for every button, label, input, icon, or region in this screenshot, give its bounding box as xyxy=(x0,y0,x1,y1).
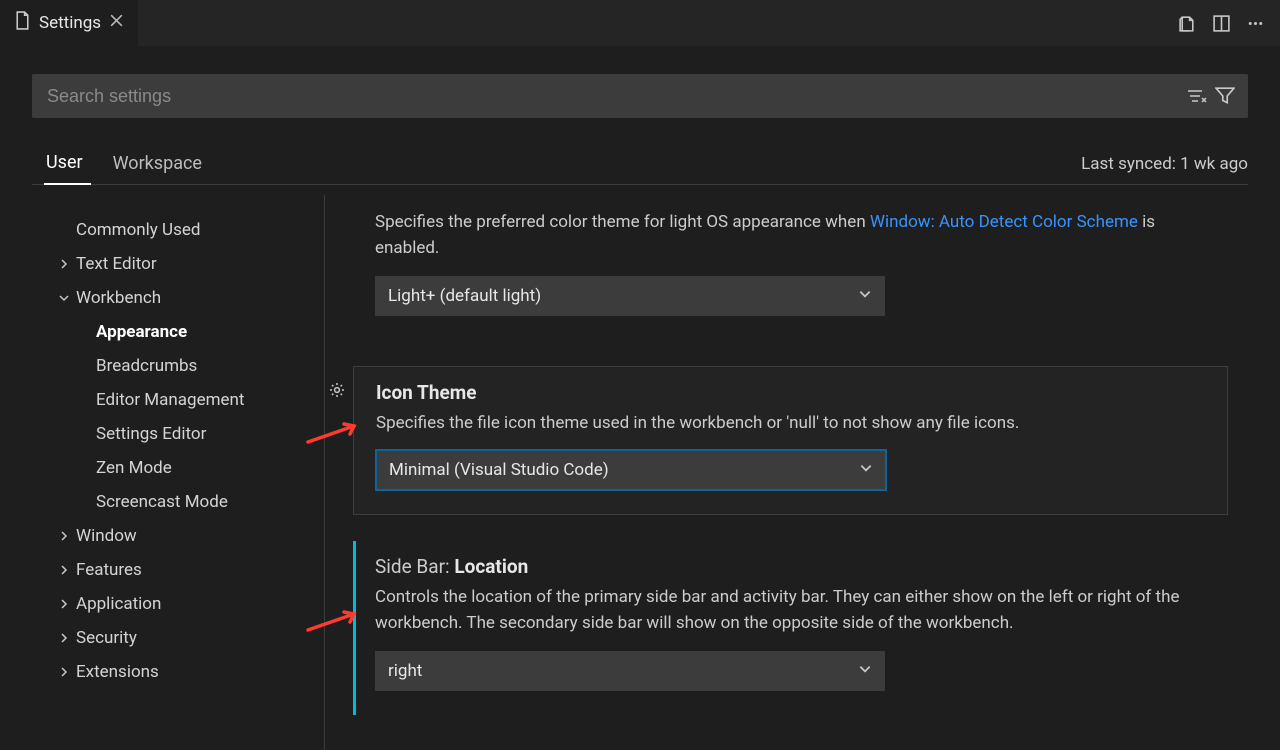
tab-settings[interactable]: Settings xyxy=(0,0,138,46)
search-input[interactable] xyxy=(41,80,1183,113)
link-auto-detect-color-scheme[interactable]: Window: Auto Detect Color Scheme xyxy=(870,212,1138,232)
setting-title: Side Bar: Location xyxy=(375,555,528,578)
editor-tabbar: Settings xyxy=(0,0,1280,46)
toc-appearance[interactable]: Appearance xyxy=(54,315,324,349)
select-value: Light+ (default light) xyxy=(388,286,541,306)
toc-window[interactable]: Window xyxy=(54,519,324,553)
tab-title: Settings xyxy=(39,13,101,33)
open-changes-icon[interactable] xyxy=(1170,14,1204,33)
chevron-down-icon xyxy=(54,292,74,304)
chevron-right-icon xyxy=(54,598,74,610)
file-icon xyxy=(14,11,31,35)
chevron-right-icon xyxy=(54,564,74,576)
select-sidebar-location[interactable]: right xyxy=(375,651,885,691)
setting-description: Specifies the preferred color theme for … xyxy=(375,209,1206,262)
toc-zen-mode[interactable]: Zen Mode xyxy=(54,451,324,485)
modified-indicator xyxy=(353,541,356,715)
select-value: Minimal (Visual Studio Code) xyxy=(389,460,609,480)
setting-icon-theme: Icon Theme Specifies the file icon theme… xyxy=(353,366,1228,515)
toc-commonly-used[interactable]: Commonly Used xyxy=(54,213,324,247)
toc-settings-editor[interactable]: Settings Editor xyxy=(54,417,324,451)
toc-screencast-mode[interactable]: Screencast Mode xyxy=(54,485,324,519)
select-preferred-light-theme[interactable]: Light+ (default light) xyxy=(375,276,885,316)
chevron-right-icon xyxy=(54,258,74,270)
select-icon-theme[interactable]: Minimal (Visual Studio Code) xyxy=(376,450,886,490)
toc-workbench[interactable]: Workbench xyxy=(54,281,324,315)
setting-preferred-light-theme: Specifies the preferred color theme for … xyxy=(353,209,1228,340)
close-icon[interactable] xyxy=(109,13,124,33)
select-value: right xyxy=(388,661,422,681)
chevron-right-icon xyxy=(54,632,74,644)
toc-extensions[interactable]: Extensions xyxy=(54,655,324,689)
toc-breadcrumbs[interactable]: Breadcrumbs xyxy=(54,349,324,383)
setting-description: Controls the location of the primary sid… xyxy=(375,584,1206,637)
chevron-down-icon xyxy=(859,460,873,480)
settings-search xyxy=(32,74,1248,118)
chevron-down-icon xyxy=(858,661,872,681)
toc-editor-management[interactable]: Editor Management xyxy=(54,383,324,417)
more-actions-icon[interactable] xyxy=(1238,14,1272,33)
gear-icon[interactable] xyxy=(328,381,346,403)
chevron-right-icon xyxy=(54,530,74,542)
settings-toc: Commonly Used Text Editor Workbench Appe… xyxy=(32,195,324,750)
split-editor-icon[interactable] xyxy=(1204,14,1238,33)
setting-sidebar-location: Side Bar: Location Controls the location… xyxy=(353,541,1228,715)
setting-description: Specifies the file icon theme used in th… xyxy=(376,410,1205,436)
toc-text-editor[interactable]: Text Editor xyxy=(54,247,324,281)
toc-security[interactable]: Security xyxy=(54,621,324,655)
filter-icon[interactable] xyxy=(1211,87,1239,105)
toc-application[interactable]: Application xyxy=(54,587,324,621)
clear-filters-icon[interactable] xyxy=(1183,87,1211,105)
scope-tabs: User Workspace Last synced: 1 wk ago xyxy=(32,146,1248,185)
setting-title: Icon Theme xyxy=(376,381,476,404)
toc-features[interactable]: Features xyxy=(54,553,324,587)
chevron-down-icon xyxy=(858,286,872,306)
scope-workspace[interactable]: Workspace xyxy=(111,147,210,184)
chevron-right-icon xyxy=(54,666,74,678)
scope-user[interactable]: User xyxy=(44,146,91,185)
sync-status: Last synced: 1 wk ago xyxy=(1081,154,1248,184)
settings-content: Specifies the preferred color theme for … xyxy=(324,195,1248,750)
